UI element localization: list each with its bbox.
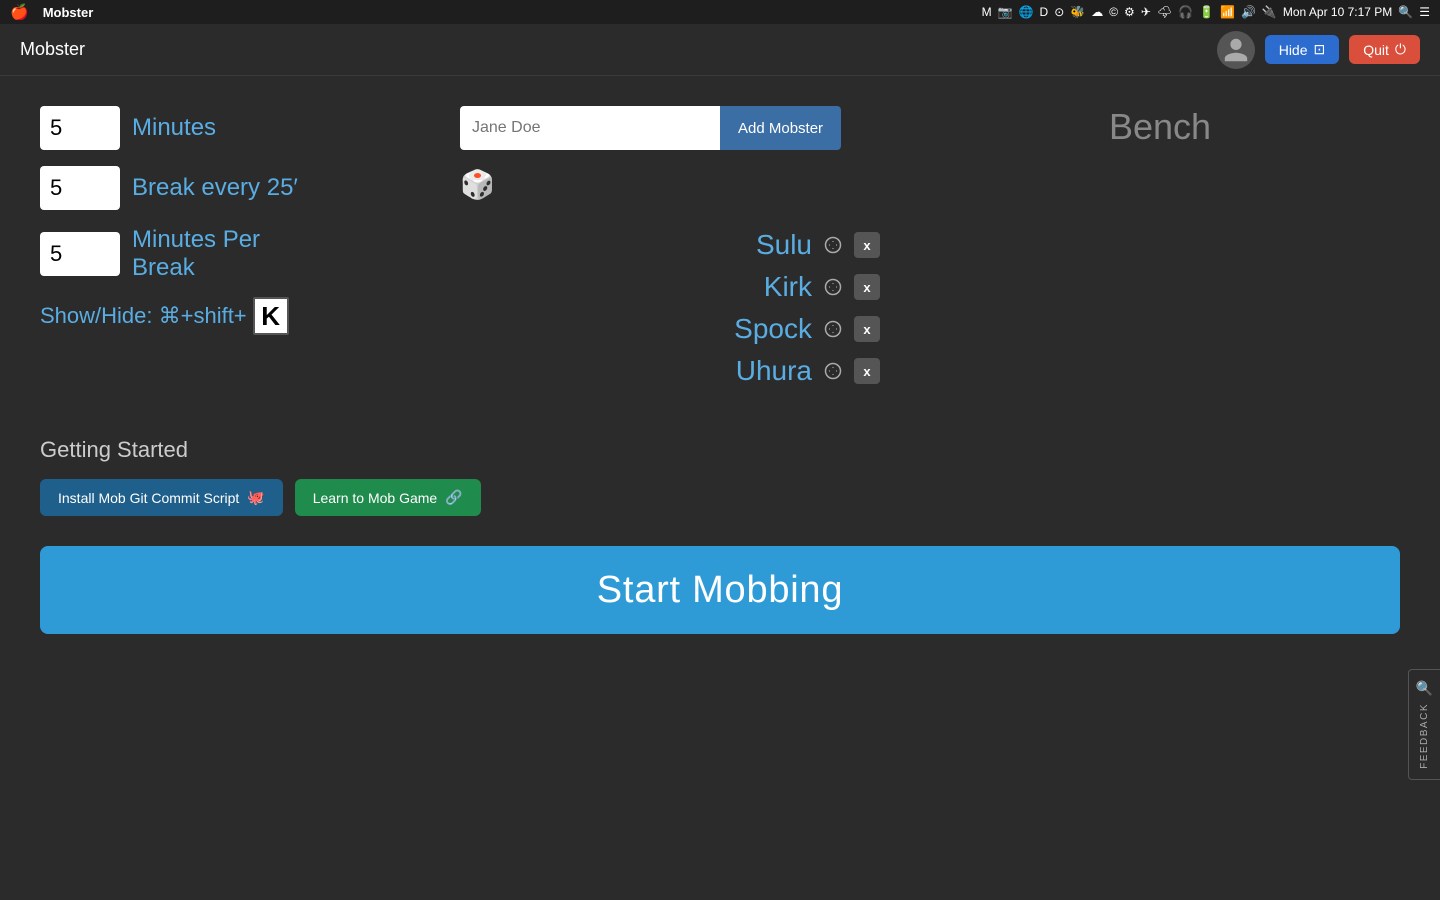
c-icon: ©	[1109, 5, 1118, 19]
hide-label: Hide	[1279, 42, 1308, 58]
getting-started-buttons: Install Mob Git Commit Script 🐙 Learn to…	[40, 479, 1400, 516]
feedback-tab[interactable]: 🔍 FEEDBACK	[1408, 669, 1440, 780]
shortcut-label: Show/Hide: ⌘+shift+	[40, 303, 247, 329]
center-panel: Add Mobster 🎲 Sulu x Kirk x	[460, 106, 880, 397]
mobster-list: Sulu x Kirk x Spock x	[460, 229, 880, 387]
mobster-item-uhura: Uhura x	[460, 355, 880, 387]
mobster-remove-kirk[interactable]: x	[854, 274, 880, 300]
menubar-app-name: Mobster	[43, 5, 94, 20]
minutes-input[interactable]	[40, 106, 120, 150]
minutes-per-break-label: Minutes PerBreak	[132, 226, 260, 281]
install-label: Install Mob Git Commit Script	[58, 490, 239, 506]
start-mobbing-button[interactable]: Start Mobbing	[40, 546, 1400, 634]
install-mob-git-button[interactable]: Install Mob Git Commit Script 🐙	[40, 479, 283, 516]
battery-icon: 🔋	[1199, 5, 1214, 19]
quit-icon: ⏻	[1395, 41, 1406, 58]
d-icon: D	[1040, 5, 1049, 19]
avatar	[1217, 31, 1255, 69]
getting-started-title: Getting Started	[40, 437, 1400, 463]
hide-icon: ⊡	[1314, 41, 1326, 58]
wifi-icon: 📶	[1220, 5, 1235, 19]
minutes-label: Minutes	[132, 114, 216, 142]
hide-button[interactable]: Hide ⊡	[1265, 35, 1340, 64]
start-mobbing-section: Start Mobbing	[0, 546, 1440, 634]
getting-started-section: Getting Started Install Mob Git Commit S…	[0, 437, 1440, 516]
minutes-per-break-input[interactable]	[40, 232, 120, 276]
mail-icon: M	[982, 5, 992, 19]
right-panel: Bench	[920, 106, 1400, 397]
storm-icon: 🌩	[1157, 5, 1172, 19]
quit-button[interactable]: Quit ⏻	[1349, 35, 1420, 64]
menubar: 🍎 Mobster M 📷 🌐 D ⊙ 🐝 ☁ © ⚙ ✈ 🌩 🎧 🔋 📶 🔊 …	[0, 0, 1440, 24]
mobster-settings-sulu[interactable]	[820, 232, 846, 258]
break-every-setting-row: Break every 25′	[40, 166, 420, 210]
shortcut-key: K	[253, 297, 289, 335]
mobster-name-uhura: Uhura	[712, 355, 812, 387]
github-icon: 🐙	[247, 489, 264, 506]
titlebar: Mobster Hide ⊡ Quit ⏻	[0, 24, 1440, 76]
mobster-item-kirk: Kirk x	[460, 271, 880, 303]
mobster-settings-kirk[interactable]	[820, 274, 846, 300]
web-icon: 🌐	[1019, 5, 1034, 19]
mobster-remove-uhura[interactable]: x	[854, 358, 880, 384]
titlebar-buttons: Hide ⊡ Quit ⏻	[1217, 31, 1420, 69]
mobster-item-spock: Spock x	[460, 313, 880, 345]
mobster-item-sulu: Sulu x	[460, 229, 880, 261]
menubar-right: M 📷 🌐 D ⊙ 🐝 ☁ © ⚙ ✈ 🌩 🎧 🔋 📶 🔊 🔌 Mon Apr …	[982, 5, 1430, 19]
cloud-icon: ☁	[1091, 5, 1103, 19]
mobster-settings-spock[interactable]	[820, 316, 846, 342]
add-mobster-button[interactable]: Add Mobster	[720, 106, 841, 150]
list-icon: ☰	[1419, 5, 1430, 19]
main-content: Minutes Break every 25′ Minutes PerBreak…	[0, 76, 1440, 427]
minutes-setting-row: Minutes	[40, 106, 420, 150]
headphone-icon: 🎧	[1178, 5, 1193, 19]
feedback-icon: 🔍	[1416, 680, 1433, 697]
left-panel: Minutes Break every 25′ Minutes PerBreak…	[40, 106, 420, 397]
apple-icon: 🍎	[10, 3, 29, 21]
mobster-name-sulu: Sulu	[712, 229, 812, 261]
mobster-remove-spock[interactable]: x	[854, 316, 880, 342]
mobster-name-input[interactable]	[460, 106, 720, 150]
menubar-time: Mon Apr 10 7:17 PM	[1283, 5, 1392, 19]
dice-icon[interactable]: 🎲	[460, 168, 495, 201]
lock-icon: ⊙	[1054, 5, 1064, 19]
feedback-label: FEEDBACK	[1419, 703, 1430, 769]
app-title: Mobster	[20, 39, 85, 60]
break-every-input[interactable]	[40, 166, 120, 210]
quit-label: Quit	[1363, 42, 1389, 58]
break-every-label: Break every 25′	[132, 174, 298, 202]
learn-label: Learn to Mob Game	[313, 490, 438, 506]
plug-icon: 🔌	[1262, 5, 1277, 19]
external-link-icon: 🔗	[445, 489, 462, 506]
add-mobster-row: Add Mobster	[460, 106, 880, 150]
mobster-name-kirk: Kirk	[712, 271, 812, 303]
camera-icon: 📷	[998, 5, 1013, 19]
shortcut-row: Show/Hide: ⌘+shift+ K	[40, 297, 420, 335]
plane-icon: ✈	[1141, 5, 1151, 19]
settings-menu-icon: ⚙	[1124, 5, 1135, 19]
minutes-per-break-setting-row: Minutes PerBreak	[40, 226, 420, 281]
mobster-settings-uhura[interactable]	[820, 358, 846, 384]
menubar-left: 🍎 Mobster	[10, 3, 93, 21]
mobster-remove-sulu[interactable]: x	[854, 232, 880, 258]
volume-icon: 🔊	[1241, 5, 1256, 19]
mobster-name-spock: Spock	[712, 313, 812, 345]
bee-icon: 🐝	[1070, 5, 1085, 19]
search-menubar-icon[interactable]: 🔍	[1398, 5, 1413, 19]
bench-title: Bench	[1109, 106, 1211, 147]
learn-mob-game-button[interactable]: Learn to Mob Game 🔗	[295, 479, 481, 516]
